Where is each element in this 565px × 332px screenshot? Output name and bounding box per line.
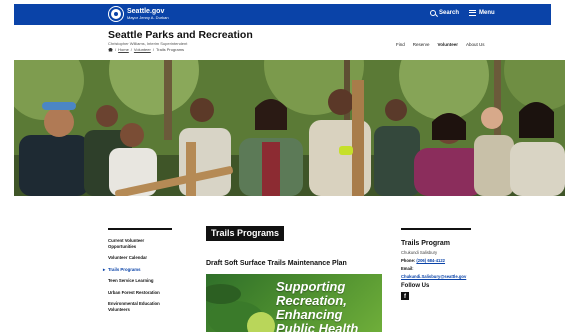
promo-line-4: Public Health [276,321,359,332]
site-nav: Find Reserve Volunteer About Us [396,42,484,47]
section-subheading: Draft Soft Surface Trails Maintenance Pl… [206,260,347,267]
top-bar: Seattle.gov Mayor Jenny A. Durkan Search… [14,4,551,25]
menu-label: Menu [479,10,495,16]
sidebar-item-current-volunteer-opportunities[interactable]: Current Volunteer Opportunities [108,238,172,249]
promo-banner[interactable]: Supporting Recreation, Enhancing Public … [206,274,382,332]
nav-reserve[interactable]: Reserve [413,42,430,47]
contact-panel: Trails Program Chukundi Salisbury Phone:… [401,228,471,300]
home-icon[interactable] [108,47,113,52]
city-seal-icon [109,7,123,21]
hero-photo [14,60,565,196]
email-link[interactable]: Chukundi.Salisbury@seattle.gov [401,274,466,279]
hamburger-menu-icon [469,10,476,16]
sidebar-item-volunteer-calendar[interactable]: Volunteer Calendar [108,255,172,261]
seattle-logo[interactable]: Seattle.gov Mayor Jenny A. Durkan [109,7,169,21]
sidebar-item-trails-programs[interactable]: Trails Programs [103,267,172,273]
sidebar-item-teen-service-learning[interactable]: Teen Service Learning [108,278,172,284]
email-label: Email: [401,266,414,271]
search-label: Search [439,10,460,16]
breadcrumb-volunteer[interactable]: Volunteer [134,47,151,52]
sidebar-nav: Current Volunteer Opportunities Voluntee… [103,228,172,319]
logo-title: Seattle.gov [127,8,165,15]
sidebar-item-environmental-education-volunteers[interactable]: Environmental Education Volunteers [108,301,172,312]
promo-line-1: Supporting [276,279,346,294]
search-icon [430,10,436,16]
promo-line-2: Recreation, [276,293,347,308]
page-heading: Trails Programs [206,226,285,241]
contact-email-label-row: Email: [401,266,471,271]
nav-about-us[interactable]: About Us [466,42,485,47]
sidebar-item-urban-forest-restoration[interactable]: Urban Forest Restoration [108,290,172,296]
contact-divider [401,228,471,230]
menu-button[interactable]: Menu [469,10,495,16]
search-button[interactable]: Search [430,10,459,16]
breadcrumb: / Home / Volunteer / Trails Programs [108,47,184,52]
promo-line-3: Enhancing [276,307,343,322]
contact-phone-row: Phone: (206) 684-4122 [401,258,471,263]
contact-email-row: Chukundi.Salisbury@seattle.gov [401,274,471,279]
phone-label: Phone: [401,258,416,263]
nav-find[interactable]: Find [396,42,405,47]
breadcrumb-home[interactable]: Home [118,47,129,52]
site-subtitle: Christopher Williams, Interim Superinten… [108,41,188,46]
promo-text: Supporting Recreation, Enhancing Public … [276,280,358,332]
breadcrumb-current: Trails Programs [155,47,185,52]
sidebar-divider [108,228,172,230]
contact-title: Trails Program [401,240,451,247]
contact-name: Chukundi Salisbury [401,250,438,255]
facebook-icon[interactable]: f [401,292,409,300]
phone-link[interactable]: (206) 684-4122 [416,258,445,263]
follow-us-heading: Follow Us [401,283,430,289]
volunteers-group-illustration [14,60,565,196]
logo-subtitle: Mayor Jenny A. Durkan [127,15,169,20]
site-title[interactable]: Seattle Parks and Recreation [108,29,253,41]
nav-volunteer[interactable]: Volunteer [438,42,458,47]
